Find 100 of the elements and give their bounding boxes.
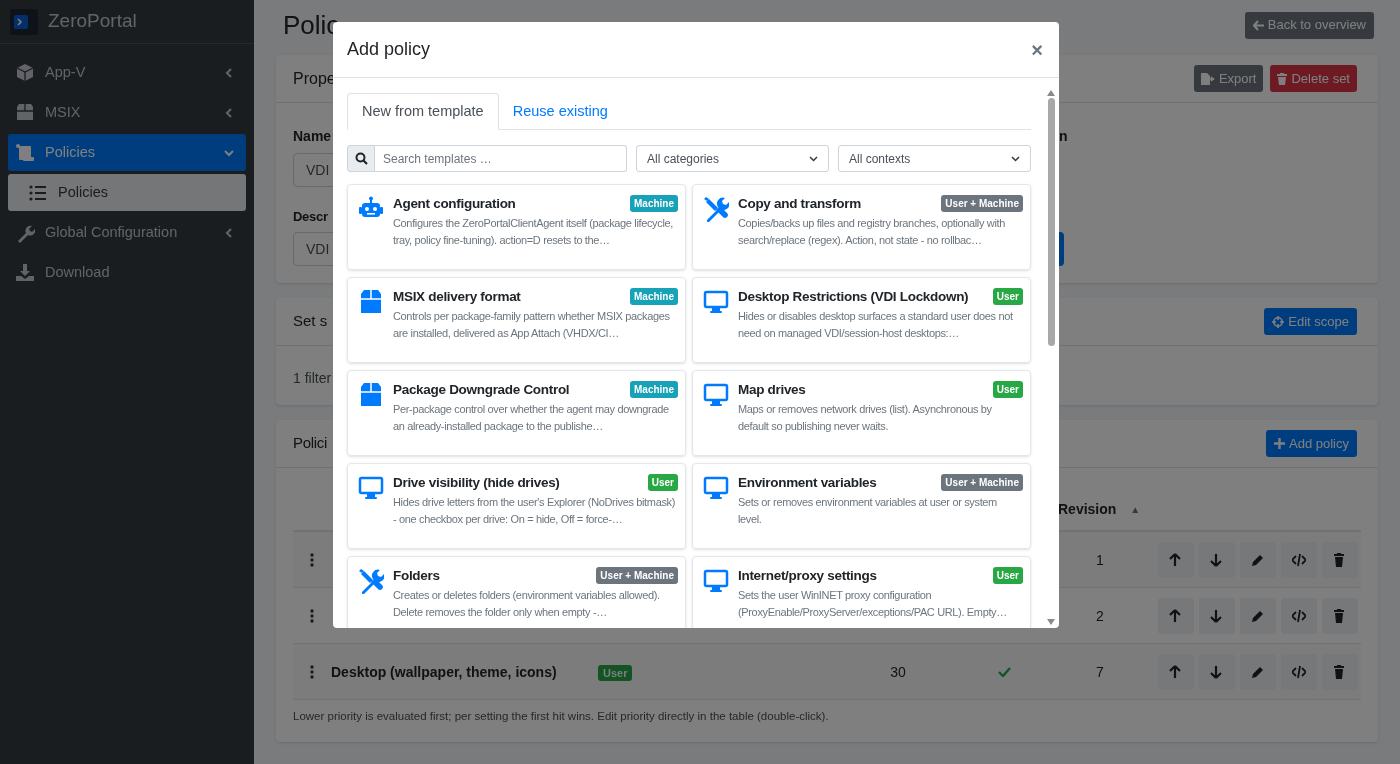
trash-icon [1333,552,1347,567]
search-field[interactable]: Search templates … [375,145,627,172]
drag-handle-icon[interactable] [310,608,314,623]
field-label: n [1059,128,1068,144]
monitor-icon [703,568,729,594]
code-button[interactable] [1281,653,1317,690]
template-card[interactable]: Desktop Restrictions (VDI Lockdown) User Hides or disables desktop surfaces a standard user does not need on managed VDI/session-host desktops:… [692,277,1031,363]
edit-scope-button[interactable]: Edit scope [1264,308,1357,335]
sort-indicator[interactable]: ▲ [1130,501,1141,517]
filter-dropdown[interactable]: All categories [636,145,829,172]
template-card[interactable]: Map drives User Maps or removes network drives (list). Asynchronous by default so publishing never waits. [692,370,1031,456]
arrow-down-button[interactable] [1199,541,1235,578]
template-title: Package Downgrade Control [393,381,570,399]
template-card[interactable]: Copy and transform User + Machine Copies/backs up files and registry branches, optionally with search/replace (regex). Action, not state - no rollbac… [692,184,1031,270]
sidebar-item[interactable]: Policies [8,134,246,171]
close-button[interactable]: × [1031,39,1043,60]
trash-button[interactable] [1322,653,1358,690]
sidebar-item[interactable]: MSIX [8,94,246,131]
arrow-up-button[interactable] [1158,541,1194,578]
template-title: Environment variables [738,474,877,492]
sidebar-item[interactable]: Download [8,254,246,291]
arrow-down-button[interactable] [1199,597,1235,634]
delete-button[interactable]: Delete set [1270,65,1357,92]
add-policy-button[interactable]: Add policy [1266,430,1357,457]
arrow-up-icon [1169,608,1183,623]
column-header[interactable]: Revision [1058,498,1117,520]
scope-badge: User + Machine [941,474,1023,491]
drag-handle-icon[interactable] [310,664,314,679]
arrow-left-icon [1252,19,1264,31]
trash-button[interactable] [1322,541,1358,578]
revision-value: 7 [1096,663,1104,680]
scroll-icon [15,142,35,163]
template-description: Sets or removes environment variables at user or system level. [738,495,998,527]
scroll-down-icon[interactable] [1047,619,1055,625]
monitor-icon [358,475,384,501]
brand-name[interactable]: ZeroPortal [48,7,137,36]
template-description: Creates or deletes folders (environment variables allowed). Delete removes the folder only when empty -… [393,588,661,620]
chevron-down-icon [809,155,818,162]
arrow-down-icon [1210,608,1224,623]
drag-handle-icon[interactable] [310,552,314,567]
scope-badge: Machine [630,195,678,212]
code-button[interactable] [1281,597,1317,634]
sidebar-item[interactable]: Global Configuration [8,214,246,251]
template-description: Hides drive letters from the user's Explorer (NoDrives bitmask) - one checkbox per drive: On = hide, Off = force-… [393,495,677,527]
card-title: Polici [293,433,328,454]
chevron-down-icon [1011,155,1020,162]
template-card[interactable]: Environment variables User + Machine Sets or removes environment variables at user or system level. [692,463,1031,549]
template-title: Copy and transform [738,195,861,213]
pencil-button[interactable] [1240,597,1276,634]
sidebar-item[interactable]: App-V [8,54,246,91]
scope-badge: User [992,288,1023,305]
arrow-up-icon [1169,664,1183,679]
sidebar-item[interactable]: Policies [8,174,246,211]
revision-value: 1 [1096,551,1104,568]
scroll-up-icon[interactable] [1047,90,1055,96]
template-description: Copies/backs up files and registry branches, optionally with search/replace (regex). Action, not state - no rollbac… [738,216,1006,248]
monitor-icon [703,475,729,501]
page-title: Polic [282,8,340,42]
tab[interactable]: Reuse existing [498,93,622,130]
box-icon [15,102,35,123]
pencil-icon [1251,664,1265,679]
template-card[interactable]: MSIX delivery format Machine Controls per package-family pattern whether MSIX packages are installed, delivered as App Attach (VHDX/CI… [347,277,686,363]
monitor-icon [703,289,729,315]
tab[interactable]: New from template [347,93,499,130]
back-button[interactable]: Back to overview [1244,11,1374,39]
scrollbar-thumb[interactable] [1047,98,1055,346]
footnote: Lower priority is evaluated first; per setting the first hit wins. Edit priority directly in the table (double-click). [293,709,830,724]
arrow-up-button[interactable] [1158,597,1194,634]
file-export-icon [1200,72,1215,85]
template-card[interactable]: Agent configuration Machine Configures the ZeroPortalClientAgent itself (package lifecycle, tray, policy fine-tuning). action=D resets to the… [347,184,686,270]
filter-dropdown[interactable]: All contexts [838,145,1031,172]
scope-badge: User [647,474,678,491]
template-card[interactable]: Internet/proxy settings User Sets the user WinINET proxy configuration (ProxyEnable/ProxyServer/exceptions/PAC URL). Empty… [692,556,1031,628]
search-icon [354,152,368,165]
template-card[interactable]: Folders User + Machine Creates or deletes folders (environment variables allowed). Delete removes the folder only when empty -… [347,556,686,628]
trash-icon [1333,664,1347,679]
revision-value: 2 [1096,607,1104,624]
template-description: Per-package control over whether the agent may downgrade an already-installed package to the publishe… [393,402,670,434]
arrow-up-button[interactable] [1158,653,1194,690]
template-card[interactable]: Drive visibility (hide drives) User Hides drive letters from the user's Explorer (NoDrives bitmask) - one checkbox per drive: On = hide, Off = force-… [347,463,686,549]
trash-button[interactable] [1322,597,1358,634]
template-description: Sets the user WinINET proxy configuration (ProxyEnable/ProxyServer/exceptions/PAC URL). Empty… [738,588,1008,620]
template-description: Hides or disables desktop surfaces a standard user does not need on managed VDI/session-host desktops:… [738,309,1014,341]
template-title: MSIX delivery format [393,288,521,306]
code-button[interactable] [1281,541,1317,578]
export-button[interactable]: Export [1193,65,1264,92]
pencil-button[interactable] [1240,653,1276,690]
template-card[interactable]: Package Downgrade Control Machine Per-package control over whether the agent may downgrade an already-installed package to the publishe… [347,370,686,456]
arrow-down-icon [1210,552,1224,567]
pencil-button[interactable] [1240,541,1276,578]
template-description: Maps or removes network drives (list). Asynchronous by default so publishing never waits. [738,402,993,434]
trash-icon [1333,608,1347,623]
arrow-down-button[interactable] [1199,653,1235,690]
field-label: Name [293,128,332,144]
scope-badge: Machine [630,288,678,305]
tools-icon [358,568,384,594]
scope-badge: User [992,381,1023,398]
priority-value[interactable]: 30 [890,663,906,680]
scope-badge: Machine [630,381,678,398]
dialog-title: Add policy [347,38,431,61]
